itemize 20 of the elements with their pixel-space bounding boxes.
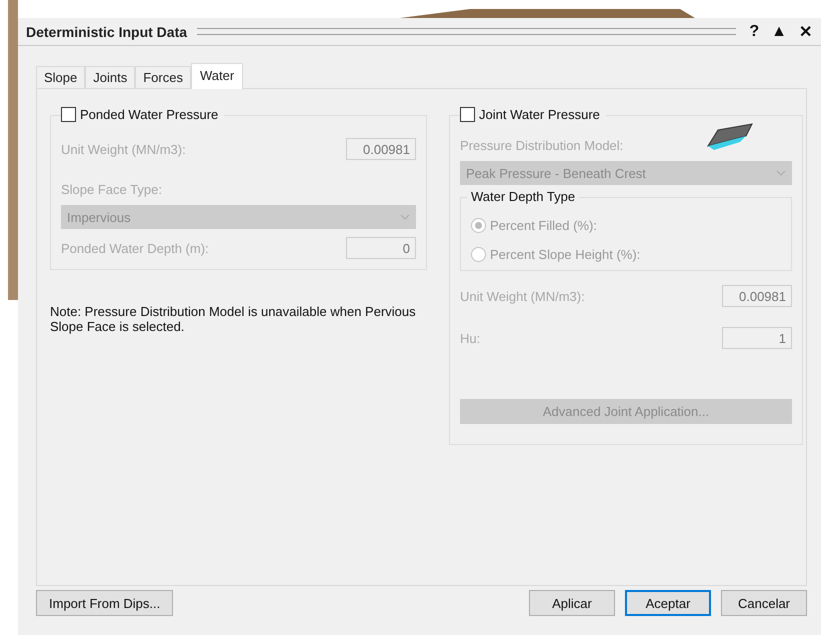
dialog-button[interactable]: Aplicar xyxy=(529,590,615,616)
field-label: Ponded Water Depth (m): xyxy=(61,240,209,256)
title-bar-button[interactable]: ? xyxy=(746,22,762,40)
field-label: Slope Face Type: xyxy=(61,182,163,197)
tab[interactable]: Forces xyxy=(135,66,191,88)
tab[interactable]: Joints xyxy=(85,66,136,88)
title-bar-button[interactable]: ▲ xyxy=(768,22,790,40)
field-label: Unit Weight (MN/m3): xyxy=(460,288,585,304)
window-title: Deterministic Input Data xyxy=(26,24,188,40)
title-bar-button[interactable]: ✕ xyxy=(796,22,815,42)
field-label: Unit Weight (MN/m3): xyxy=(61,142,186,156)
group-title: Water Depth Type xyxy=(467,189,580,204)
dialog-button[interactable]: Import From Dips... xyxy=(36,590,174,616)
note-text: Note: Pressure Distribution Model is unavailable when Pervious Slope Face is selected. xyxy=(50,304,417,334)
tab[interactable]: Slope xyxy=(36,66,86,88)
dialog-button[interactable]: Aceptar xyxy=(625,590,711,616)
field-label: Hu: xyxy=(460,330,480,346)
dialog-button[interactable]: Cancelar xyxy=(721,590,807,616)
field-label: Pressure Distribution Model: xyxy=(460,138,624,153)
tab[interactable]: Water xyxy=(190,63,244,89)
